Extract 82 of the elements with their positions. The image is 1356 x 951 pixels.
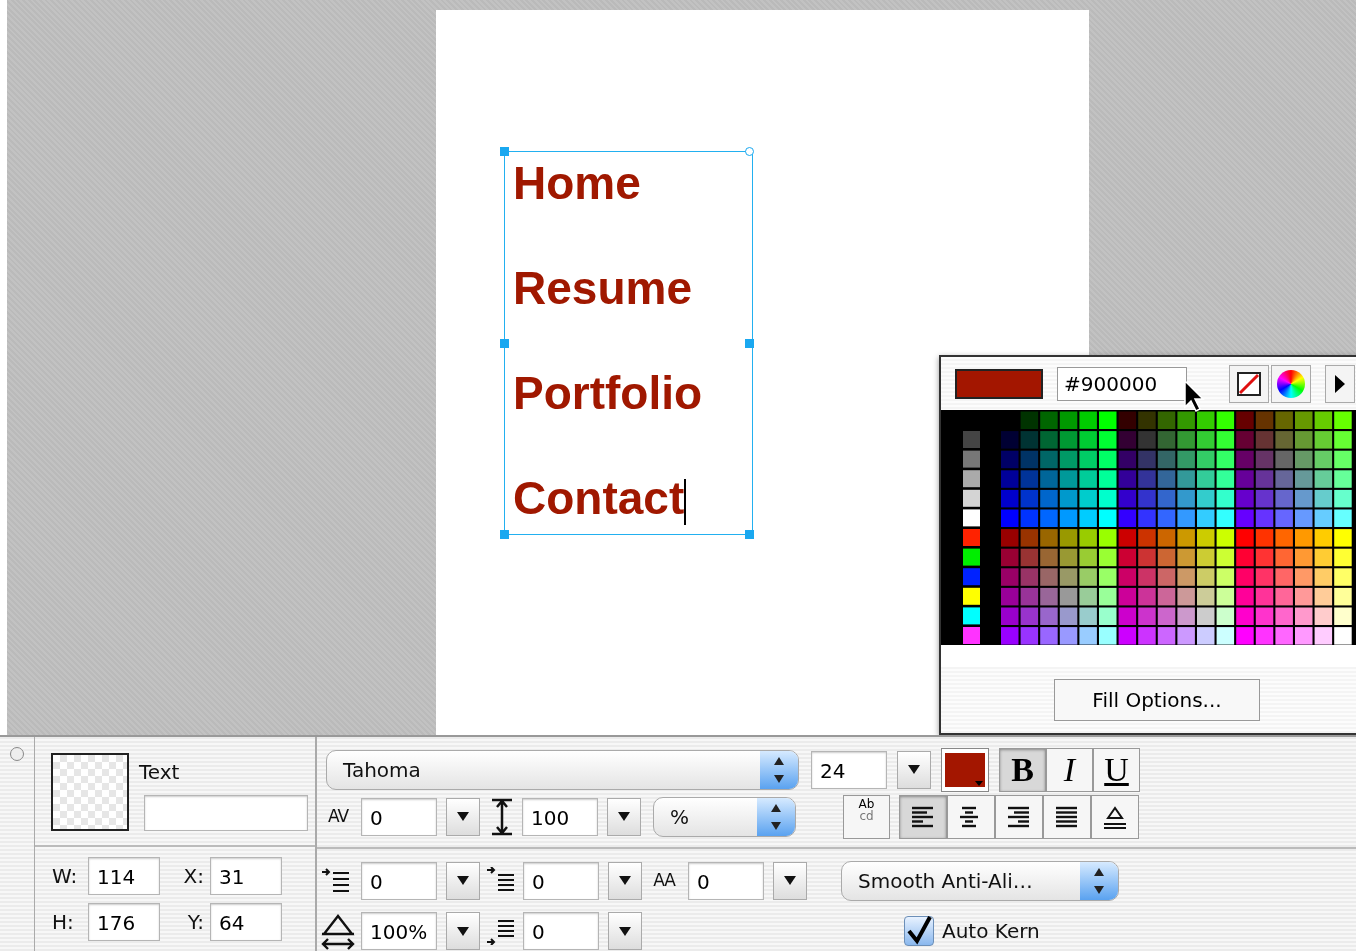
align-justify-button[interactable]	[1043, 794, 1091, 839]
text-orientation-button[interactable]: Ab cd	[843, 794, 890, 839]
dropdown-button[interactable]	[446, 912, 480, 950]
baseline-shift-field[interactable]: 0	[688, 861, 764, 900]
caret-icon	[457, 812, 469, 821]
auto-kern-label: Auto Kern	[942, 918, 1040, 945]
dimension-label: W:	[52, 863, 79, 890]
object-type-label: Text	[139, 759, 181, 786]
menu-text: Resume	[513, 261, 692, 316]
dimension-field[interactable]: 176	[88, 903, 160, 941]
color-wheel-button[interactable]	[1271, 364, 1311, 403]
color-wheel-icon	[1277, 369, 1305, 398]
collapse-button[interactable]	[10, 747, 24, 761]
kerning-field[interactable]: 0	[361, 797, 437, 836]
caret-icon	[784, 876, 796, 885]
cursor-icon	[1183, 379, 1205, 413]
dropdown-button[interactable]	[607, 797, 641, 836]
caret-icon	[619, 876, 631, 885]
dropdown-button[interactable]	[897, 750, 931, 789]
spinner-icon	[1080, 861, 1118, 900]
indent-field[interactable]: 0	[361, 861, 437, 900]
dimension-field[interactable]: 64	[210, 903, 282, 941]
space-after-field[interactable]: 0	[523, 912, 599, 950]
color-swatch-icon	[945, 752, 985, 787]
dropdown-button[interactable]	[446, 797, 480, 836]
align-center-button[interactable]	[947, 794, 995, 839]
align-right-button[interactable]	[995, 794, 1043, 839]
font-select[interactable]: Tahoma	[326, 749, 799, 790]
align-left-button[interactable]	[899, 794, 947, 839]
indent-icon	[321, 866, 351, 895]
resize-handle[interactable]	[745, 147, 754, 156]
menu-text: Contact	[513, 471, 687, 527]
dimension-label: H:	[52, 909, 75, 936]
text-style-button[interactable]: I	[1046, 747, 1093, 792]
dropdown-button[interactable]	[773, 861, 807, 900]
color-palette-drawing[interactable]	[941, 410, 1356, 645]
dimension-field[interactable]: 114	[88, 857, 160, 895]
text-style-button[interactable]: B	[999, 747, 1046, 792]
leading-field[interactable]: 100	[522, 797, 598, 836]
leading-icon	[490, 797, 514, 836]
leading-unit-select[interactable]: %	[653, 796, 796, 837]
menu-text: Portfolio	[513, 366, 703, 421]
resize-handle[interactable]	[500, 339, 509, 348]
no-color-icon	[1237, 371, 1261, 396]
kerning-icon: AV	[321, 798, 355, 835]
space-after-icon	[486, 917, 516, 945]
text-color-well[interactable]	[941, 747, 989, 792]
caret-icon	[908, 765, 920, 774]
spinner-icon	[757, 797, 795, 836]
options-menu-button[interactable]	[1325, 364, 1355, 403]
caret-icon	[618, 812, 630, 821]
text-style-button[interactable]: U	[1093, 747, 1140, 792]
caret-icon	[457, 926, 469, 936]
resize-handle[interactable]	[745, 339, 754, 348]
object-name-field[interactable]	[144, 795, 308, 831]
dimension-label: X:	[183, 863, 205, 890]
no-color-button[interactable]	[1229, 364, 1269, 403]
resize-handle[interactable]	[500, 147, 509, 156]
baseline-shift-icon: AA	[645, 862, 683, 899]
fill-options-button[interactable]: Fill Options...	[1054, 679, 1260, 721]
anti-alias-select[interactable]: Smooth Anti-Ali…	[841, 860, 1119, 901]
font-size-field[interactable]: 24	[811, 750, 887, 789]
dimension-label: Y:	[187, 909, 205, 936]
space-before-field[interactable]: 0	[523, 861, 599, 900]
resize-handle[interactable]	[745, 530, 754, 539]
dropdown-button[interactable]	[446, 861, 480, 900]
checkmark-icon	[906, 916, 932, 946]
horizontal-scale-icon	[320, 912, 356, 950]
caret-icon	[619, 926, 631, 936]
triangle-arrow-icon	[1335, 374, 1345, 393]
auto-kern-checkbox[interactable]	[904, 916, 934, 946]
horizontal-scale-field[interactable]: 100%	[361, 912, 437, 950]
dropdown-button[interactable]	[608, 912, 642, 950]
hex-color-field[interactable]: #900000	[1057, 366, 1187, 401]
dimension-field[interactable]: 31	[210, 857, 282, 895]
resize-handle[interactable]	[500, 530, 509, 539]
caret-icon	[457, 876, 469, 885]
menu-text: Home	[513, 156, 641, 211]
dropdown-button[interactable]	[608, 861, 642, 900]
text-caret	[684, 478, 687, 525]
spinner-icon	[760, 750, 798, 789]
align-stretch-button[interactable]	[1091, 794, 1139, 839]
